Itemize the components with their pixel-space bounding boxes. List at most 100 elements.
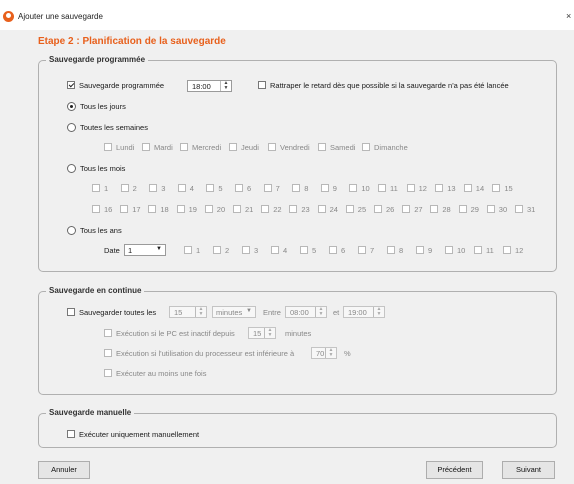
month-checkbox[interactable] xyxy=(271,246,279,254)
month-day-label: 18 xyxy=(160,205,169,214)
month-day-checkbox[interactable] xyxy=(92,205,100,213)
idle-unit-label: minutes xyxy=(285,329,312,338)
month-day-checkbox[interactable] xyxy=(261,205,270,213)
month-day-checkbox[interactable] xyxy=(374,205,382,213)
weekly-radio[interactable] xyxy=(67,123,76,132)
month-label: 5 xyxy=(312,246,317,255)
weekday-checkbox[interactable] xyxy=(104,143,112,151)
spinner-arrows-icon[interactable]: ▲ ▼ xyxy=(220,81,231,91)
spinner-arrows-icon[interactable]: ▲ ▼ xyxy=(264,328,275,338)
month-checkbox[interactable] xyxy=(474,246,482,254)
month-day-checkbox[interactable] xyxy=(317,205,326,213)
month-day-checkbox[interactable] xyxy=(176,205,185,213)
month-label: 4 xyxy=(283,246,288,255)
daily-radio[interactable] xyxy=(67,102,76,111)
month-day-checkbox[interactable] xyxy=(206,184,215,192)
month-day-label: 13 xyxy=(447,184,456,193)
month-day-checkbox[interactable] xyxy=(492,184,501,192)
weekday-checkbox[interactable] xyxy=(318,143,326,151)
month-label: 11 xyxy=(486,246,494,255)
continuous-enabled-checkbox[interactable] xyxy=(67,308,75,316)
spinner-arrows-icon[interactable]: ▲ ▼ xyxy=(315,307,326,317)
monthly-radio[interactable] xyxy=(67,164,76,173)
spinner-arrows-icon[interactable]: ▲ ▼ xyxy=(373,307,384,317)
weekday-label: Vendredi xyxy=(280,143,310,152)
month-label: 2 xyxy=(225,246,230,255)
month-day-checkbox[interactable] xyxy=(345,205,354,213)
month-checkbox[interactable] xyxy=(300,246,308,254)
weekly-label: Toutes les semaines xyxy=(80,123,148,132)
month-day-checkbox[interactable] xyxy=(402,205,411,213)
month-day-checkbox[interactable] xyxy=(120,184,129,192)
weekday-checkbox[interactable] xyxy=(229,143,237,151)
month-day-checkbox[interactable] xyxy=(515,205,523,213)
month-checkbox[interactable] xyxy=(358,246,366,254)
cpu-threshold-spinner[interactable]: 70 ▲ ▼ xyxy=(311,347,337,359)
month-day-checkbox[interactable] xyxy=(204,205,213,213)
month-day-checkbox[interactable] xyxy=(292,184,301,192)
interval-unit-dropdown[interactable]: minutes ▼ xyxy=(212,306,256,318)
month-day-checkbox[interactable] xyxy=(92,184,100,192)
month-day-checkbox[interactable] xyxy=(458,205,467,213)
cancel-button[interactable]: Annuler xyxy=(38,461,90,479)
month-day-label: 20 xyxy=(216,205,226,214)
spinner-arrows-icon[interactable]: ▲ ▼ xyxy=(195,307,206,317)
date-label: Date xyxy=(104,246,120,255)
month-day-checkbox[interactable] xyxy=(435,184,444,192)
month-day-checkbox[interactable] xyxy=(430,205,439,213)
spinner-arrows-icon[interactable]: ▲ ▼ xyxy=(325,348,336,358)
month-day-checkbox[interactable] xyxy=(148,205,157,213)
month-day-label: 28 xyxy=(442,205,451,214)
date-dropdown[interactable]: 1 ▼ xyxy=(124,244,166,256)
month-checkbox[interactable] xyxy=(184,246,192,254)
previous-button[interactable]: Précédent xyxy=(426,461,483,479)
close-icon[interactable]: × xyxy=(566,11,571,21)
idle-minutes-spinner[interactable]: 15 ▲ ▼ xyxy=(248,327,276,339)
end-time-spinner[interactable]: 19:00 ▲ ▼ xyxy=(343,306,385,318)
month-day-checkbox[interactable] xyxy=(486,205,495,213)
month-day-checkbox[interactable] xyxy=(235,184,243,192)
month-day-checkbox[interactable] xyxy=(378,184,386,192)
month-checkbox[interactable] xyxy=(416,246,424,254)
start-time-spinner[interactable]: 08:00 ▲ ▼ xyxy=(285,306,327,318)
idle-checkbox[interactable] xyxy=(104,329,112,337)
month-day-checkbox[interactable] xyxy=(463,184,472,192)
month-day-checkbox[interactable] xyxy=(263,184,272,192)
weekday-checkbox[interactable] xyxy=(142,143,150,151)
month-day-checkbox[interactable] xyxy=(120,205,129,213)
month-day-label: 17 xyxy=(132,205,141,214)
month-label: 7 xyxy=(370,246,375,255)
interval-spinner[interactable]: 15 ▲ ▼ xyxy=(169,306,207,318)
yearly-radio[interactable] xyxy=(67,226,76,235)
month-checkbox[interactable] xyxy=(242,246,250,254)
programmed-enabled-checkbox[interactable] xyxy=(67,81,75,89)
month-day-checkbox[interactable] xyxy=(233,205,241,213)
window-title: Ajouter une sauvegarde xyxy=(18,12,103,21)
idle-label: Exécution si le PC est inactif depuis xyxy=(116,329,235,338)
month-day-label: 21 xyxy=(245,205,254,214)
manual-only-checkbox[interactable] xyxy=(67,430,75,438)
month-day-label: 6 xyxy=(247,184,252,193)
month-day-checkbox[interactable] xyxy=(177,184,186,192)
month-label: 10 xyxy=(457,246,466,255)
month-checkbox[interactable] xyxy=(445,246,453,254)
once-checkbox[interactable] xyxy=(104,369,112,377)
month-checkbox[interactable] xyxy=(329,246,337,254)
month-checkbox[interactable] xyxy=(387,246,395,254)
month-day-checkbox[interactable] xyxy=(320,184,329,192)
weekday-checkbox[interactable] xyxy=(180,143,188,151)
cpu-label: Exécution si l'utilisation du processeur… xyxy=(116,349,295,358)
month-day-checkbox[interactable] xyxy=(406,184,415,192)
next-button[interactable]: Suivant xyxy=(502,461,555,479)
month-day-checkbox[interactable] xyxy=(289,205,298,213)
month-day-checkbox[interactable] xyxy=(149,184,158,192)
month-checkbox[interactable] xyxy=(213,246,221,254)
catchup-checkbox[interactable] xyxy=(258,81,266,89)
month-day-checkbox[interactable] xyxy=(349,184,358,192)
month-checkbox[interactable] xyxy=(503,246,511,254)
weekday-checkbox[interactable] xyxy=(268,143,276,151)
cpu-checkbox[interactable] xyxy=(104,349,112,357)
month-day-label: 10 xyxy=(361,184,370,193)
programmed-time-spinner[interactable]: 18:00 ▲ ▼ xyxy=(187,80,232,92)
weekday-checkbox[interactable] xyxy=(362,143,370,151)
